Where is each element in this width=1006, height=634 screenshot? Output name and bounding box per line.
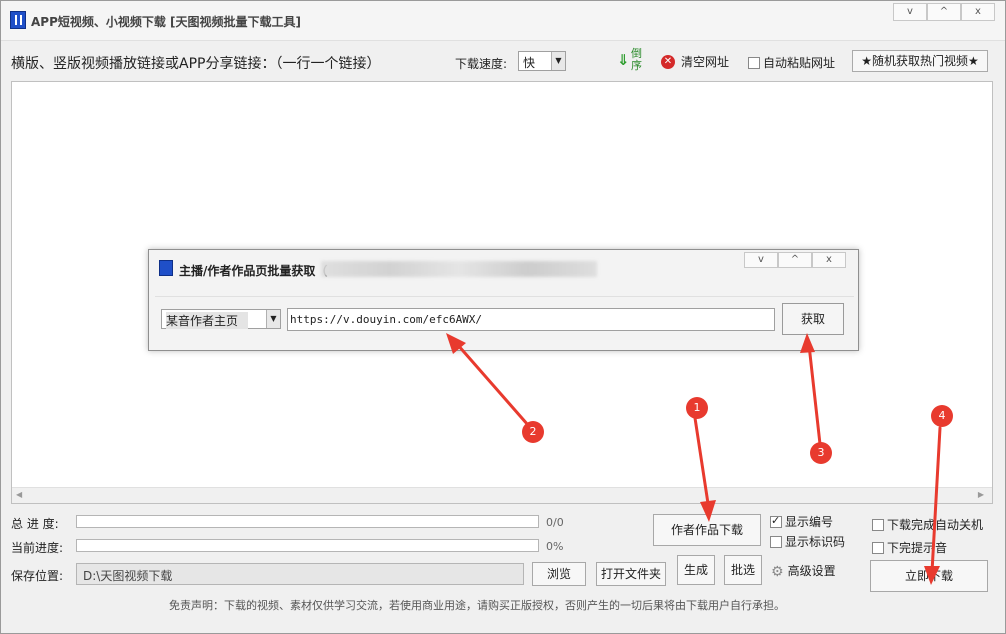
- author-batch-dialog: 主播/作者作品页批量获取（ v ^ x 某音作者主页 ▼ https://v.d…: [148, 249, 859, 351]
- show-number-box[interactable]: [770, 514, 782, 528]
- chevron-down-icon: ▼: [551, 52, 565, 70]
- fetch-button[interactable]: 获取: [782, 303, 844, 335]
- finish-sound-checkbox[interactable]: 下完提示音: [872, 539, 947, 556]
- clear-urls-label: 清空网址: [681, 55, 730, 69]
- dialog-app-icon: [159, 260, 173, 276]
- window-controls: v ^ x: [893, 3, 995, 21]
- down-arrow-icon: ⇓: [617, 51, 630, 69]
- random-hot-video-button[interactable]: ★随机获取热门视频★: [852, 50, 988, 72]
- main-window: APP短视频、小视频下载 [天图视频批量下载工具] v ^ x 横版、竖版视频播…: [0, 0, 1006, 634]
- minimize-button[interactable]: v: [893, 3, 927, 21]
- speed-label: 下载速度:: [455, 57, 508, 71]
- dialog-close-button[interactable]: x: [812, 252, 846, 268]
- download-now-button[interactable]: 立即下载: [870, 560, 988, 592]
- source-type-select[interactable]: 某音作者主页 ▼: [161, 309, 281, 329]
- batch-select-button[interactable]: 批选: [724, 555, 762, 585]
- show-number-checkbox[interactable]: 显示编号: [770, 513, 833, 530]
- current-progress-label: 当前进度:: [11, 541, 64, 555]
- step-badge-1: 1: [686, 397, 708, 419]
- dialog-minimize-button[interactable]: v: [744, 252, 778, 268]
- app-download-icon: [10, 11, 26, 29]
- author-url-input[interactable]: https://v.douyin.com/efc6AWX/: [287, 308, 775, 331]
- finish-sound-box[interactable]: [872, 541, 884, 554]
- scroll-right-icon[interactable]: ▶: [978, 490, 984, 499]
- links-label: 横版、竖版视频播放链接或APP分享链接：（一行一个链接）: [11, 56, 381, 72]
- auto-shutdown-box[interactable]: [872, 518, 884, 531]
- dialog-body: 某音作者主页 ▼ https://v.douyin.com/efc6AWX/ 获…: [155, 296, 854, 348]
- finish-sound-label: 下完提示音: [887, 541, 948, 555]
- step-badge-3: 3: [810, 442, 832, 464]
- scroll-left-icon[interactable]: ◀: [16, 490, 22, 499]
- advanced-settings-button[interactable]: ⚙ 高级设置: [771, 562, 836, 580]
- chevron-down-icon: ▼: [266, 310, 280, 328]
- horizontal-scrollbar[interactable]: ◀ ▶: [12, 487, 992, 503]
- speed-value: 快: [523, 56, 536, 70]
- save-location-label: 保存位置:: [11, 569, 64, 583]
- auto-shutdown-checkbox[interactable]: 下载完成自动关机: [872, 516, 983, 533]
- window-title: APP短视频、小视频下载 [天图视频批量下载工具]: [31, 15, 302, 29]
- autopaste-label: 自动粘贴网址: [763, 56, 836, 70]
- autopaste-box[interactable]: [748, 56, 760, 69]
- show-number-label: 显示编号: [785, 515, 834, 529]
- autopaste-checkbox[interactable]: 自动粘贴网址: [748, 54, 835, 71]
- show-id-box[interactable]: [770, 535, 782, 548]
- close-circle-icon: ✕: [661, 54, 675, 69]
- speed-select[interactable]: 快 ▼: [518, 51, 566, 71]
- current-progress-bar: [76, 539, 539, 552]
- dialog-window-controls: v ^ x: [744, 252, 846, 268]
- generate-button[interactable]: 生成: [677, 555, 715, 585]
- clear-urls-button[interactable]: ✕ 清空网址: [661, 53, 729, 70]
- toolbar: 横版、竖版视频播放链接或APP分享链接：（一行一个链接） 下载速度: 快 ▼ ⇓…: [1, 47, 1005, 75]
- open-folder-button[interactable]: 打开文件夹: [596, 562, 666, 586]
- close-button[interactable]: x: [961, 3, 995, 21]
- author-works-download-button[interactable]: 作者作品下载: [653, 514, 761, 546]
- dialog-maximize-button[interactable]: ^: [778, 252, 812, 268]
- gear-icon: ⚙: [771, 563, 784, 580]
- dialog-title-redacted: [321, 261, 597, 277]
- dialog-title: 主播/作者作品页批量获取（: [179, 264, 328, 278]
- show-id-checkbox[interactable]: 显示标识码: [770, 533, 845, 550]
- current-progress-value: 0%: [546, 540, 564, 553]
- show-id-label: 显示标识码: [785, 535, 846, 549]
- total-progress-label: 总 进 度:: [11, 517, 59, 531]
- total-progress-bar: [76, 515, 539, 528]
- advanced-settings-label: 高级设置: [787, 564, 836, 578]
- reverse-label: 倒序: [631, 47, 642, 72]
- reverse-order-button[interactable]: ⇓ 倒序: [617, 47, 647, 75]
- save-path-field[interactable]: D:\天图视频下载: [76, 563, 524, 585]
- maximize-button[interactable]: ^: [927, 3, 961, 21]
- browse-button[interactable]: 浏览: [532, 562, 586, 586]
- total-progress-value: 0/0: [546, 516, 564, 529]
- step-badge-2: 2: [522, 421, 544, 443]
- source-type-value: 某音作者主页: [166, 312, 249, 329]
- title-bar: APP短视频、小视频下载 [天图视频批量下载工具] v ^ x: [1, 1, 1005, 41]
- auto-shutdown-label: 下载完成自动关机: [887, 518, 984, 532]
- step-badge-4: 4: [931, 405, 953, 427]
- disclaimer-text: 免责声明：下载的视频、素材仅供学习交流，若使用商业用途，请购买正版授权，否则产生…: [169, 599, 785, 612]
